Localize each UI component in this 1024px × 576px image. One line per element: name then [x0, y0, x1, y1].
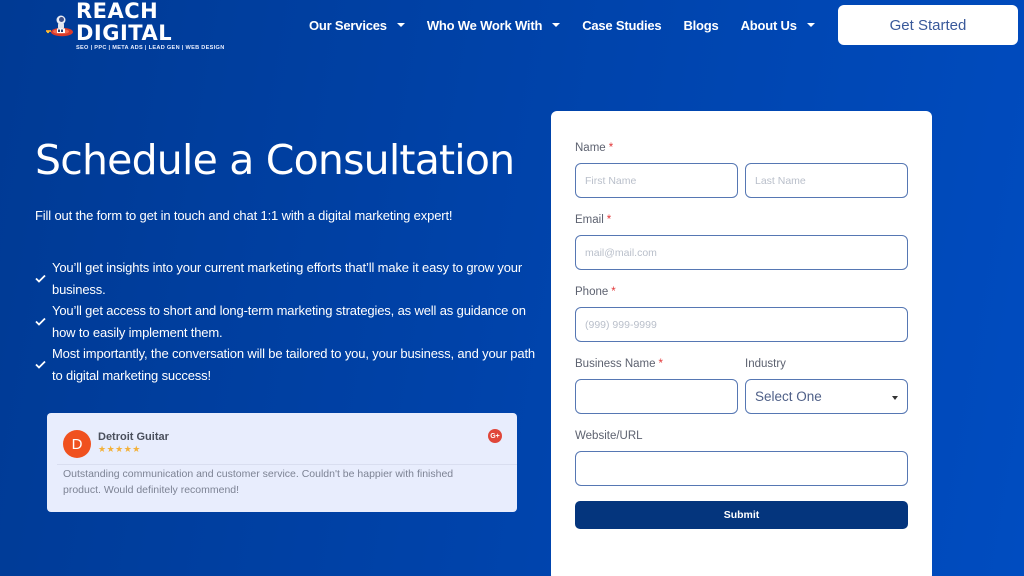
consultation-form: Name* Email* Phone* Business Name* Indus…	[551, 111, 932, 576]
brand-tagline: SEO | PPC | META ADS | LEAD GEN | WEB DE…	[76, 44, 225, 51]
benefit-item: Most importantly, the conversation will …	[35, 343, 535, 386]
required-mark: *	[658, 358, 664, 370]
name-label-text: Name	[575, 142, 606, 154]
website-input[interactable]	[575, 451, 908, 486]
name-label: Name *	[575, 142, 613, 154]
main-nav: Our Services Who We Work With Case Studi…	[309, 16, 837, 34]
reviewer-avatar: D	[63, 430, 91, 458]
caret-down-icon	[806, 23, 815, 27]
email-input[interactable]	[575, 235, 908, 270]
get-started-button[interactable]: Get Started	[838, 5, 1018, 45]
last-name-input[interactable]	[745, 163, 908, 198]
industry-label: Industry	[745, 358, 786, 370]
brand-name: REACH DIGITAL	[76, 0, 173, 45]
page-subtitle: Fill out the form to get in touch and ch…	[35, 208, 453, 223]
email-label-text: Email	[575, 214, 604, 226]
first-name-input[interactable]	[575, 163, 738, 198]
page-title: Schedule a Consultation	[35, 136, 515, 184]
nav-label: About Us	[740, 17, 797, 33]
nav-label: Case Studies	[582, 17, 662, 33]
benefit-text: Most importantly, the conversation will …	[52, 346, 535, 383]
required-mark: *	[611, 286, 616, 298]
caret-down-icon	[892, 396, 898, 400]
required-mark: *	[608, 142, 614, 154]
benefits-list: You’ll get insights into your current ma…	[35, 257, 535, 386]
caret-down-icon	[552, 23, 561, 27]
caret-down-icon	[396, 23, 405, 27]
phone-label-text: Phone	[575, 286, 609, 298]
business-name-label-text: Business Name	[575, 358, 656, 370]
required-mark: *	[606, 214, 612, 226]
submit-button[interactable]: Submit	[575, 501, 908, 529]
nav-our-services[interactable]: Our Services	[309, 18, 405, 33]
business-name-input[interactable]	[575, 379, 738, 414]
nav-blogs[interactable]: Blogs	[683, 18, 718, 33]
industry-select[interactable]: Select One	[745, 379, 908, 414]
benefit-text: You’ll get insights into your current ma…	[52, 260, 523, 297]
checkmark-icon	[35, 274, 51, 283]
checkmark-icon	[35, 317, 51, 326]
industry-selected-value: Select One	[755, 389, 822, 404]
nav-who-we-work-with[interactable]: Who We Work With	[426, 17, 561, 33]
checkmark-icon	[35, 360, 51, 369]
review-text: Outstanding communication and customer s…	[63, 468, 454, 496]
star-rating: ★★★★★	[98, 444, 141, 454]
google-plus-icon[interactable]: G+	[488, 429, 502, 443]
review-divider	[57, 464, 517, 465]
phone-input[interactable]	[575, 307, 908, 342]
review-card: D Detroit Guitar ★★★★★ G+ Outstanding co…	[47, 413, 517, 512]
benefit-item: You’ll get insights into your current ma…	[35, 257, 535, 300]
nav-case-studies[interactable]: Case Studies	[582, 18, 661, 33]
nav-label: Who We Work With	[426, 17, 543, 33]
website-label: Website/URL	[575, 430, 643, 442]
site-header: REACH DIGITAL SEO | PPC | META ADS | LEA…	[0, 0, 1024, 51]
reviewer-name: Detroit Guitar	[98, 431, 169, 443]
nav-label: Our Services	[309, 17, 387, 33]
business-name-label: Business Name *	[575, 358, 663, 370]
email-label: Email *	[575, 214, 611, 226]
nav-label: Blogs	[683, 17, 719, 33]
rocket-astronaut-icon	[44, 10, 74, 40]
brand-logo[interactable]: REACH DIGITAL SEO | PPC | META ADS | LEA…	[44, 0, 259, 51]
phone-label: Phone *	[575, 286, 616, 298]
benefit-item: You’ll get access to short and long-term…	[35, 300, 535, 343]
nav-about-us[interactable]: About Us	[741, 18, 815, 33]
benefit-text: You’ll get access to short and long-term…	[52, 303, 526, 340]
